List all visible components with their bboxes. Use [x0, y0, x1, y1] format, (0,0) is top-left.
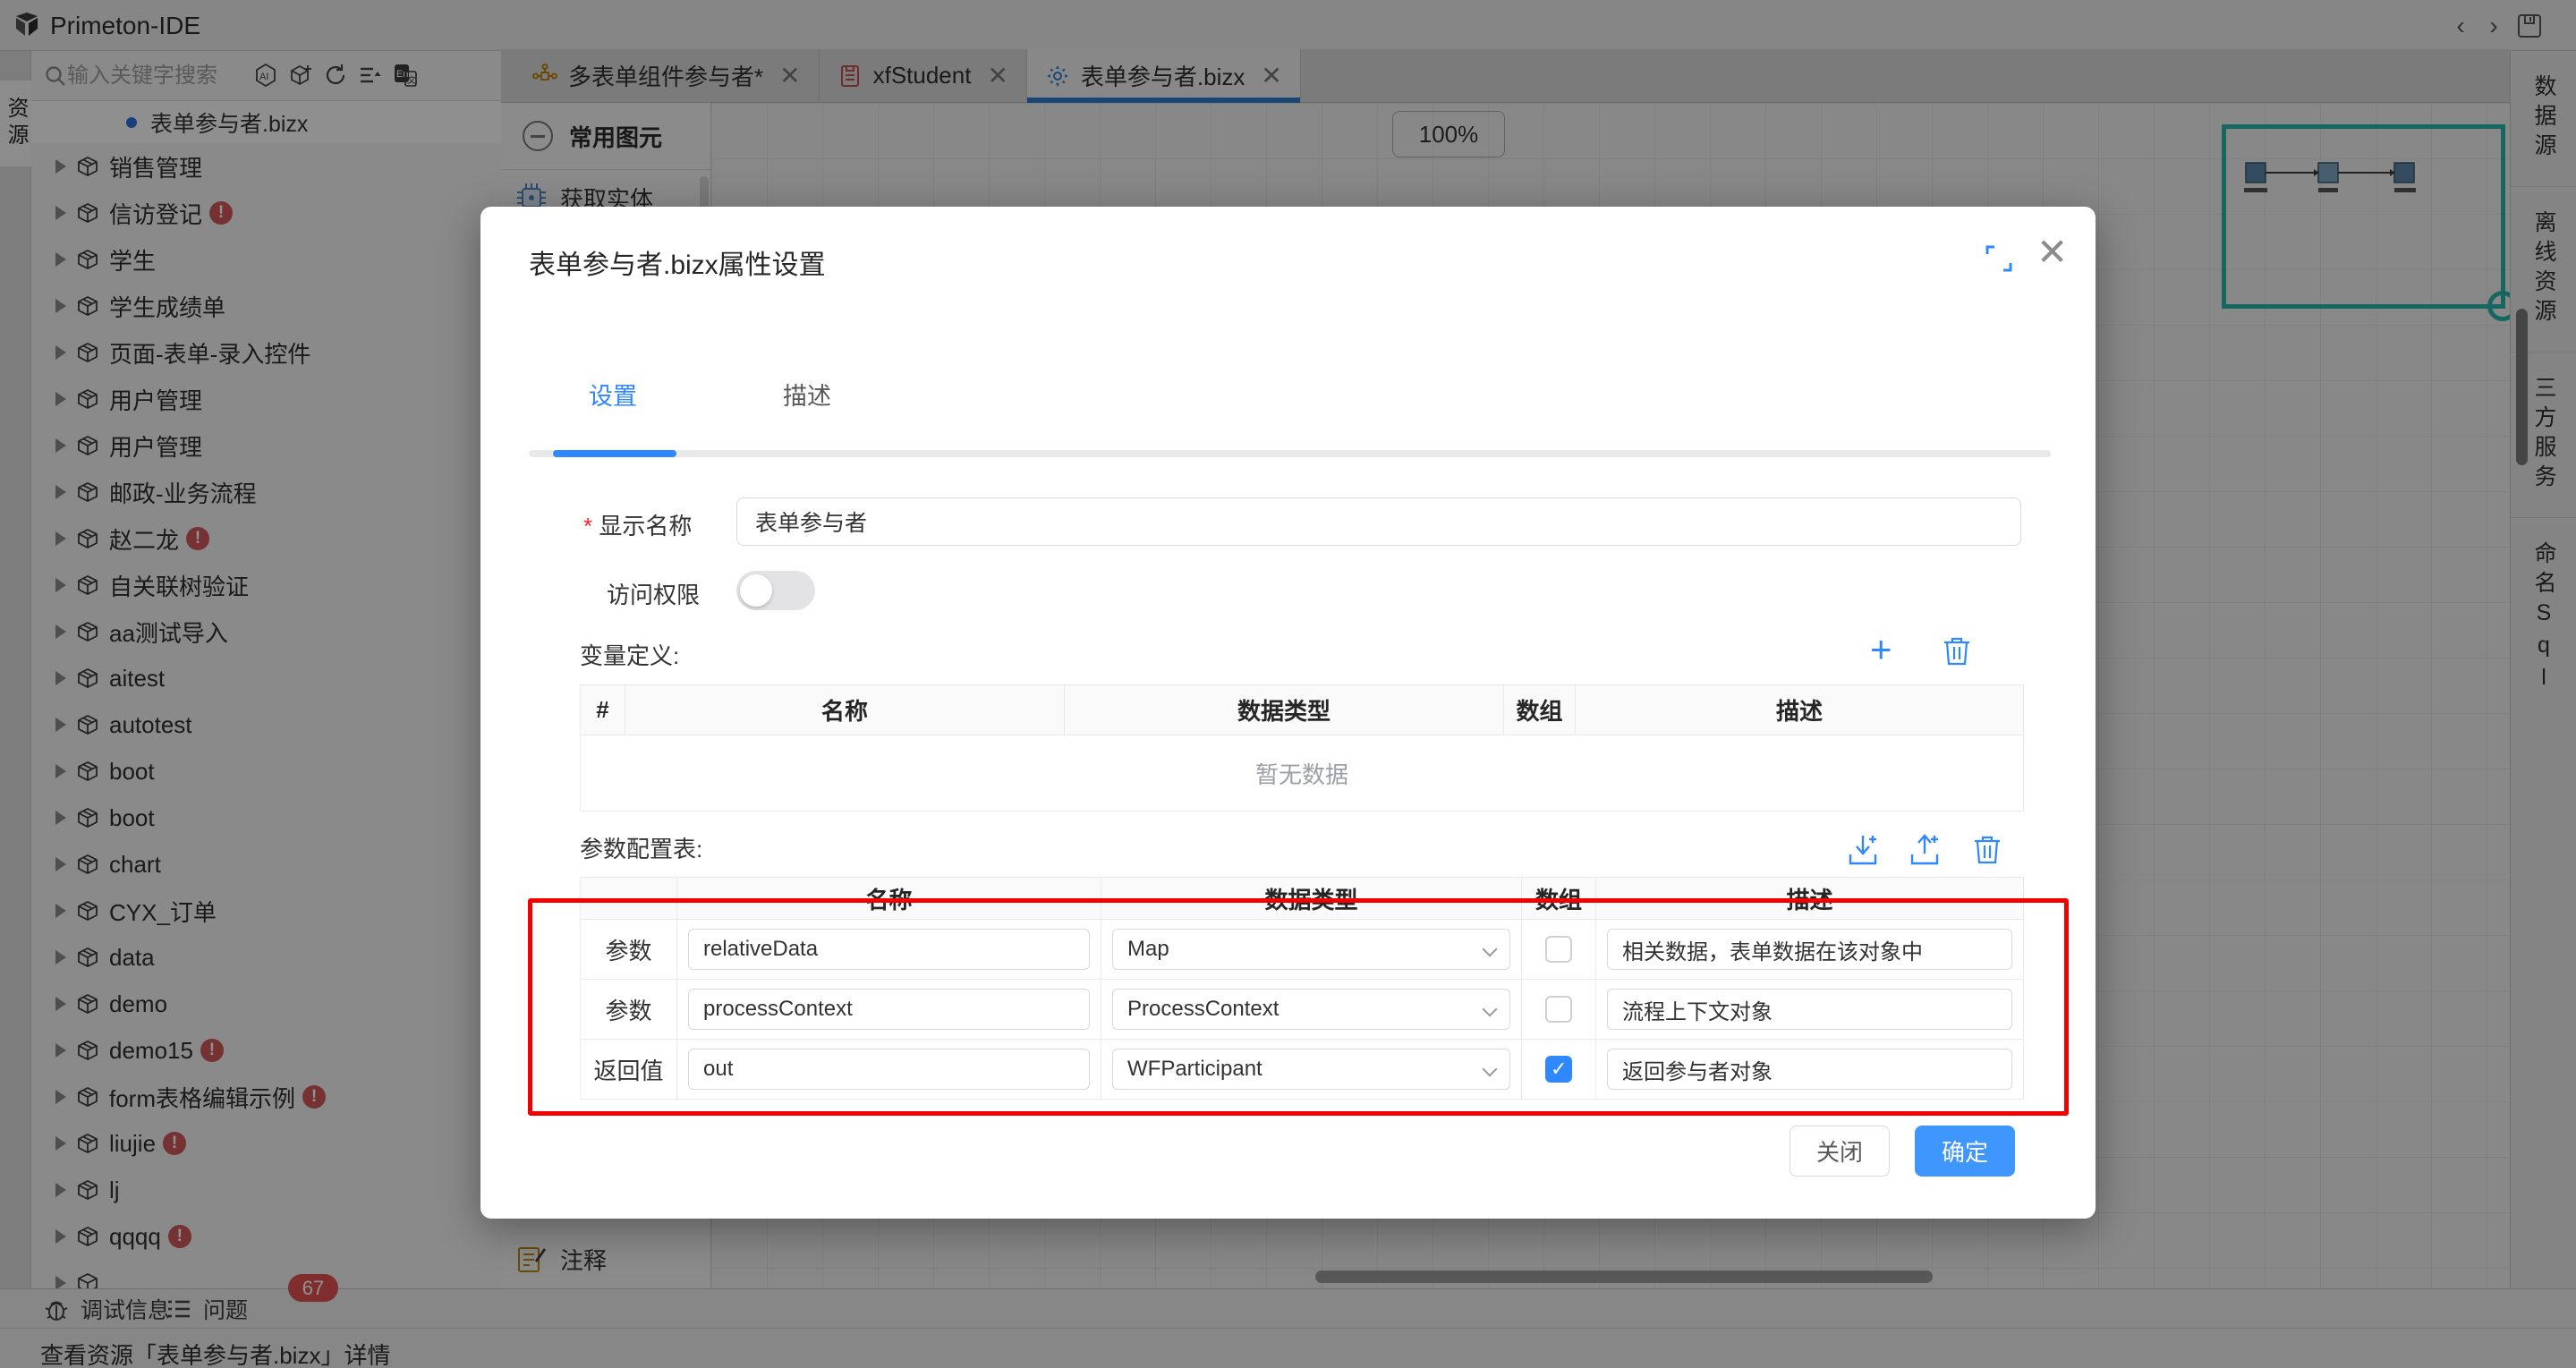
dialog-title: 表单参与者.bizx属性设置: [529, 242, 826, 282]
delete-variable-icon[interactable]: [1943, 636, 1971, 667]
dialog-tab-description[interactable]: 描述: [783, 377, 831, 412]
display-name-label: 显示名称: [583, 508, 692, 541]
access-toggle[interactable]: [736, 571, 815, 610]
col-header-desc: 描述: [1576, 685, 2024, 735]
ok-button[interactable]: 确定: [1915, 1126, 2015, 1177]
import-params-icon[interactable]: [1847, 833, 1879, 867]
variables-table: # 名称 数据类型 数组 描述 暂无数据: [580, 684, 2024, 811]
display-name-input[interactable]: [736, 497, 2021, 546]
col-header-index: #: [581, 685, 625, 735]
empty-placeholder: 暂无数据: [581, 735, 2024, 811]
tab-divider: [529, 450, 2051, 457]
delete-params-icon[interactable]: [1973, 835, 2002, 865]
app-window: Primeton-IDE ‹ › 资源 AI: [0, 0, 2576, 1368]
vars-label: 变量定义:: [580, 638, 679, 671]
toggle-knob: [740, 574, 772, 607]
add-variable-icon[interactable]: +: [1870, 631, 1892, 668]
dialog-tab-settings[interactable]: 设置: [589, 377, 637, 412]
access-label: 访问权限: [607, 577, 700, 610]
col-header-dtype: 数据类型: [1065, 685, 1504, 735]
close-button[interactable]: 关闭: [1790, 1126, 1890, 1177]
annotation-highlight-rect: [528, 898, 2069, 1116]
col-header-array: 数组: [1504, 685, 1576, 735]
tab-active-indicator: [553, 450, 676, 457]
export-params-icon[interactable]: [1909, 833, 1941, 867]
col-header-name: 名称: [625, 685, 1065, 735]
close-icon[interactable]: ✕: [2036, 234, 2068, 271]
params-label: 参数配置表:: [580, 831, 702, 864]
fullscreen-icon[interactable]: [1985, 244, 2013, 273]
